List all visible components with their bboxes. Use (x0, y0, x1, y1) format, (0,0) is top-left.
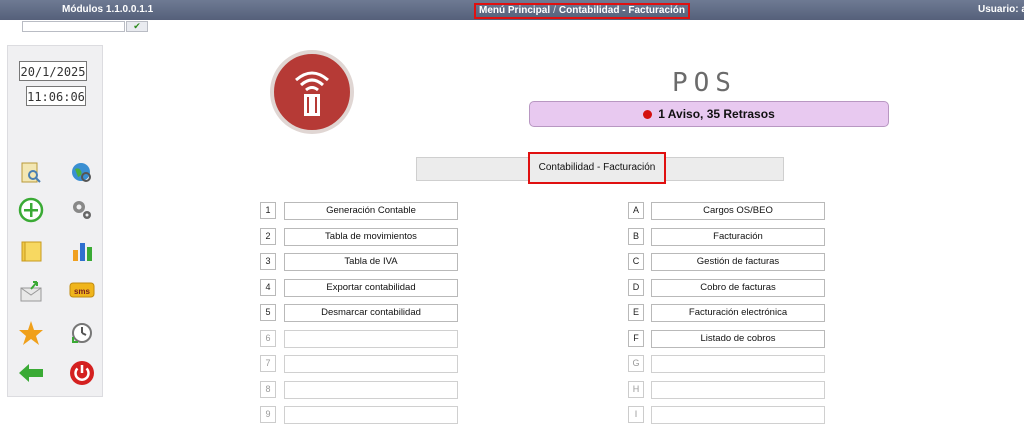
left-menu-item-key: 4 (260, 278, 276, 296)
user-label: Usuario: a (978, 4, 1024, 15)
breadcrumb-current: Contabilidad - Facturación (558, 5, 686, 16)
right-menu-item-button[interactable]: Listado de cobros (651, 329, 825, 348)
left-menu-item-key: 8 (260, 380, 276, 398)
left-menu-item-button[interactable] (284, 406, 458, 424)
restaurant-logo (270, 50, 354, 134)
history-clock-icon[interactable] (69, 320, 95, 346)
quick-access-input[interactable] (22, 21, 125, 32)
add-icon[interactable] (18, 197, 44, 223)
left-menu-item-key: 3 (260, 253, 276, 270)
right-menu-item-key: G (628, 355, 644, 372)
left-menu-item-button[interactable]: Generación Contable (284, 202, 458, 220)
right-menu-item-key: F (628, 329, 644, 347)
star-icon[interactable] (18, 320, 44, 346)
modules-version: Módulos 1.1.0.0.1.1 (62, 4, 154, 15)
right-menu-item-key: A (628, 202, 644, 219)
right-menu-item-key: H (628, 380, 644, 398)
right-menu-item-button[interactable]: Cobro de facturas (651, 278, 825, 297)
alert-dot-icon (643, 110, 653, 119)
right-menu-item-button[interactable]: Gestión de facturas (651, 253, 825, 271)
right-menu-item-key: B (628, 227, 644, 245)
left-menu-item-button[interactable] (284, 329, 458, 348)
left-menu-item-key: 5 (260, 304, 276, 321)
breadcrumb: Menú Principal / Contabilidad - Facturació… (474, 3, 691, 19)
sms-icon[interactable]: sms (69, 278, 95, 304)
app-title: POS (672, 68, 737, 98)
bar-chart-icon[interactable] (69, 238, 95, 264)
left-menu-item-key: 2 (260, 227, 276, 245)
globe-search-icon[interactable] (69, 160, 95, 186)
right-menu-item-key: E (628, 304, 644, 321)
right-menu-item-button[interactable]: Facturación electrónica (651, 304, 825, 322)
left-menu-item-button[interactable]: Tabla de movimientos (284, 227, 458, 246)
left-menu-item-button[interactable]: Exportar contabilidad (284, 278, 458, 297)
folder-icon[interactable] (18, 238, 44, 264)
right-menu-item-key: C (628, 253, 644, 270)
time-display: 11:06:06 (26, 86, 86, 106)
right-menu-item-button[interactable] (651, 380, 825, 399)
left-menu-item-button[interactable]: Desmarcar contabilidad (284, 304, 458, 322)
breadcrumb-main[interactable]: Menú Principal (479, 5, 550, 16)
right-menu-item-key: I (628, 406, 644, 423)
alert-banner[interactable]: 1 Aviso, 35 Retrasos (529, 101, 889, 127)
power-icon[interactable] (69, 360, 95, 386)
section-title: Contabilidad - Facturación (528, 152, 666, 184)
svg-text:sms: sms (74, 287, 91, 296)
top-bar: Módulos 1.1.0.0.1.1 Menú Principal / Conta… (0, 0, 1024, 20)
alert-text: 1 Aviso, 35 Retrasos (658, 107, 775, 121)
right-menu-item-button[interactable] (651, 355, 825, 373)
right-menu-item-button[interactable]: Facturación (651, 227, 825, 246)
left-menu-item-button[interactable] (284, 355, 458, 373)
right-menu-item-key: D (628, 278, 644, 296)
left-menu-item-key: 1 (260, 202, 276, 219)
document-search-icon[interactable] (18, 160, 44, 186)
right-menu-item-button[interactable]: Cargos OS/BEO (651, 202, 825, 220)
breadcrumb-separator: / (553, 5, 556, 16)
gears-icon[interactable] (69, 197, 95, 223)
date-display: 20/1/2025 (19, 61, 87, 81)
back-arrow-icon[interactable] (18, 360, 44, 386)
left-menu-item-key: 6 (260, 329, 276, 347)
left-menu-item-key: 9 (260, 406, 276, 423)
left-menu-item-button[interactable]: Tabla de IVA (284, 253, 458, 271)
left-menu-item-key: 7 (260, 355, 276, 372)
right-menu-item-button[interactable] (651, 406, 825, 424)
go-check-button[interactable]: ✔ (126, 21, 148, 32)
send-mail-icon[interactable] (18, 278, 44, 304)
left-menu-item-button[interactable] (284, 380, 458, 399)
check-icon: ✔ (133, 21, 141, 31)
